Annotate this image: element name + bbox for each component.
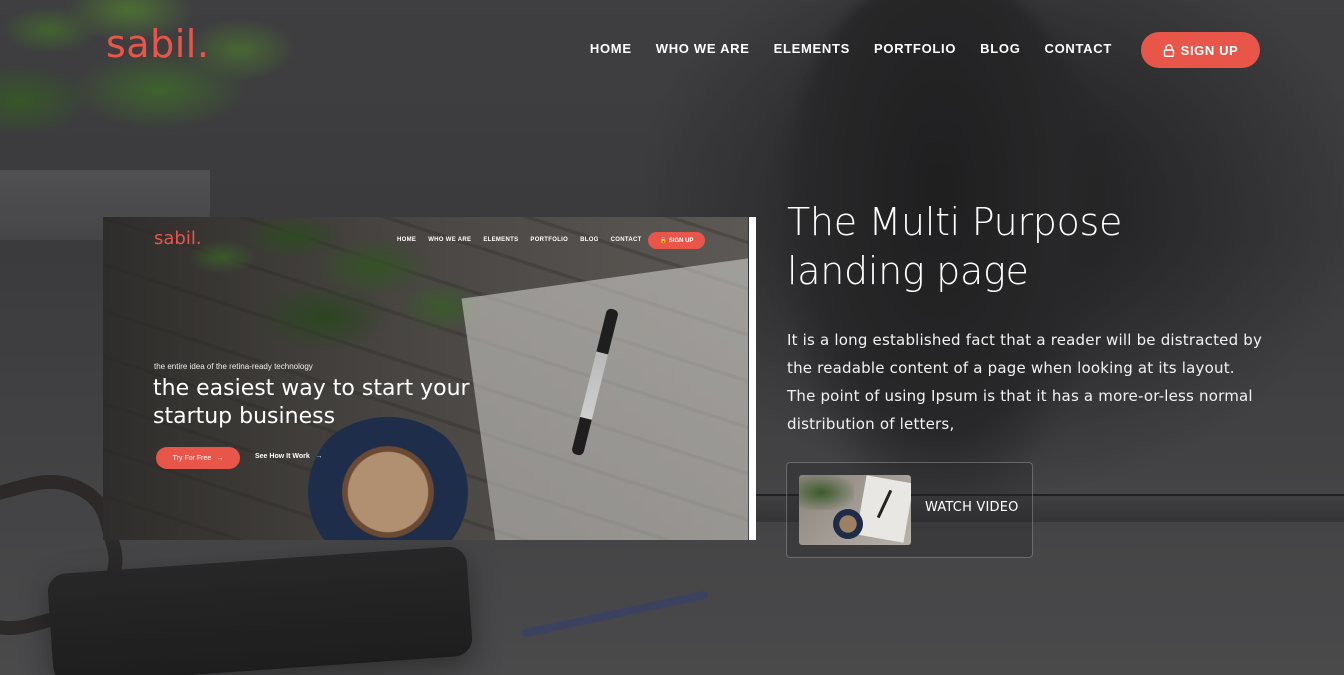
preview-see-link: See How It Work → <box>255 453 323 460</box>
preview-nav-home: HOME <box>397 237 417 243</box>
nav-item-who-we-are[interactable]: WHO WE ARE <box>656 41 750 56</box>
arrow-right-icon: → <box>311 453 323 460</box>
preview-see-label: See How It Work <box>255 453 310 460</box>
thumbnail-plant <box>799 475 854 510</box>
preview-divider <box>749 217 756 540</box>
arrow-right-icon: → <box>216 454 224 462</box>
hero-description: It is a long established fact that a rea… <box>787 331 1263 433</box>
preview-headline: the easiest way to start your startup bu… <box>153 376 470 429</box>
nav-item-contact[interactable]: CONTACT <box>1045 41 1112 56</box>
signup-button[interactable]: SIGN UP <box>1141 32 1260 68</box>
preview-nav: HOME WHO WE ARE ELEMENTS PORTFOLIO BLOG … <box>397 237 642 243</box>
signup-button-label: SIGN UP <box>1180 42 1239 58</box>
lock-icon <box>1163 43 1174 57</box>
preview-nav-contact: CONTACT <box>610 237 642 243</box>
main-nav: HOME WHO WE ARE ELEMENTS PORTFOLIO BLOG … <box>566 41 1112 56</box>
nav-item-blog[interactable]: BLOG <box>980 41 1020 56</box>
watch-video-label: WATCH VIDEO <box>925 500 1019 515</box>
preview-nav-who-we-are: WHO WE ARE <box>428 237 472 243</box>
nav-item-portfolio[interactable]: PORTFOLIO <box>874 41 956 56</box>
preview-logo: sabil. <box>154 228 202 249</box>
preview-nav-blog: BLOG <box>580 237 599 243</box>
thumbnail-cup <box>833 509 863 539</box>
preview-signup-button: 🔒 SIGN UP <box>648 232 705 249</box>
nav-item-home[interactable]: HOME <box>590 41 632 56</box>
preview-tagline: the entire idea of the retina-ready tech… <box>154 362 313 371</box>
hero-title: The Multi Purpose landing page <box>787 200 1123 293</box>
preview-nav-elements: ELEMENTS <box>483 237 519 243</box>
nav-item-elements[interactable]: ELEMENTS <box>774 41 850 56</box>
preview-try-button: Try For Free → <box>156 447 240 469</box>
preview-nav-portfolio: PORTFOLIO <box>530 237 569 243</box>
site-logo[interactable]: sabil. <box>106 22 209 66</box>
preview-try-label: Try For Free <box>172 454 212 462</box>
video-thumbnail <box>799 475 911 545</box>
landing-preview-image: sabil. HOME WHO WE ARE ELEMENTS PORTFOLI… <box>103 217 748 540</box>
watch-video-button[interactable]: WATCH VIDEO <box>786 462 1033 558</box>
